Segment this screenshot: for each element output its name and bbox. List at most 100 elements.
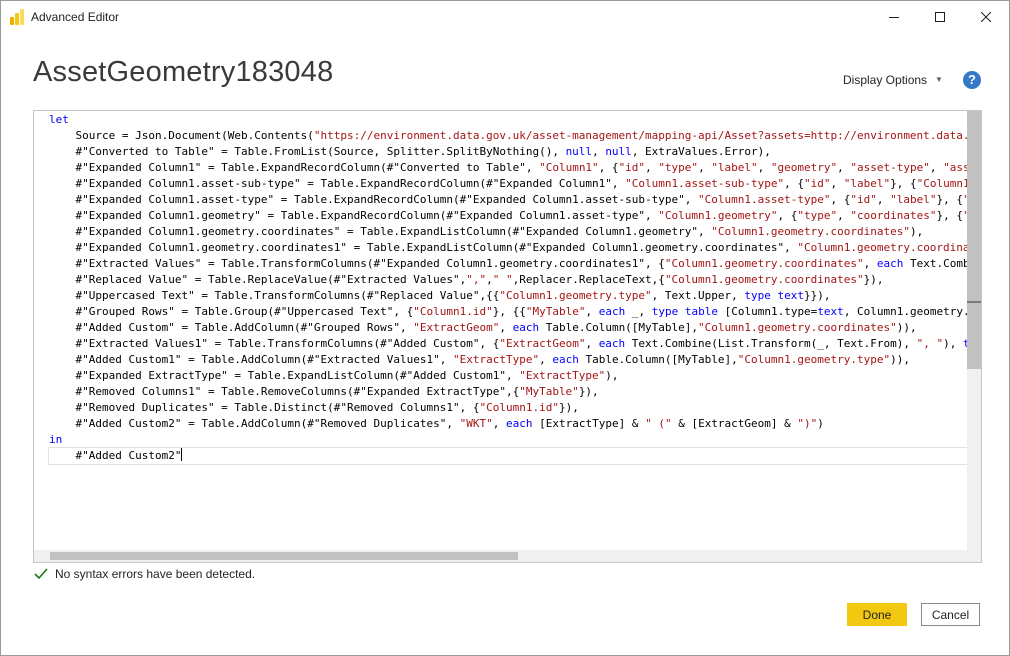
code-line[interactable]: #"Expanded Column1.geometry.coordinates"… (49, 224, 968, 240)
code-line[interactable]: #"Grouped Rows" = Table.Group(#"Uppercas… (49, 304, 968, 320)
code-line[interactable]: #"Extracted Values" = Table.TransformCol… (49, 256, 968, 272)
title-bar[interactable]: Advanced Editor (1, 1, 1009, 33)
code-token: "ExtractType" (452, 353, 540, 366)
code-token: #"Extracted Values1" = Table.TransformCo… (49, 337, 500, 350)
code-token: , (539, 353, 553, 366)
code-token: "asset-type" (850, 161, 930, 174)
code-token: #"Added Custom1" = Table.AddColumn(#"Ext… (49, 353, 453, 366)
code-token: Text.Combine (909, 257, 968, 270)
code-token: Text.Combine(List.Transform(_, Text.From… (625, 337, 917, 350)
code-token: , (492, 417, 506, 430)
code-token: ), (943, 337, 963, 350)
cancel-button[interactable]: Cancel (921, 603, 980, 626)
code-token: & [ExtractGeom] & (671, 417, 798, 430)
code-token: "MyTable" (525, 305, 586, 318)
code-token: "geometry" (770, 161, 838, 174)
code-token: " (" (645, 417, 672, 430)
code-line[interactable]: #"Added Custom" = Table.AddColumn(#"Grou… (49, 320, 968, 336)
code-token: , (876, 193, 891, 206)
code-token: "Column1.geometry.type" (737, 353, 891, 366)
horizontal-scrollbar-thumb[interactable] (50, 552, 518, 560)
code-line[interactable]: #"Uppercased Text" = Table.TransformColu… (49, 288, 968, 304)
code-line[interactable]: #"Removed Duplicates" = Table.Distinct(#… (49, 400, 968, 416)
code-token: , ExtraValues.Error), (631, 145, 771, 158)
code-line[interactable]: #"Expanded Column1.asset-type" = Table.E… (49, 192, 968, 208)
code-token: "Column1.asset-sub-type" (625, 177, 785, 190)
code-token: "label" (711, 161, 758, 174)
code-token: }), (863, 273, 884, 286)
code-line[interactable]: #"Replaced Value" = Table.ReplaceValue(#… (49, 272, 968, 288)
code-token: , (585, 305, 599, 318)
code-area[interactable]: let Source = Json.Document(Web.Contents(… (34, 111, 968, 552)
code-token: }, {{ (492, 305, 526, 318)
code-token: #"Converted to Table" = Table.FromList(S… (49, 145, 566, 158)
code-token: each (598, 337, 626, 350)
code-editor[interactable]: let Source = Json.Document(Web.Contents(… (33, 110, 982, 563)
vertical-scrollbar-thumb[interactable] (967, 111, 981, 369)
code-line[interactable]: #"Added Custom1" = Table.AddColumn(#"Ext… (49, 352, 968, 368)
code-token: [ExtractType] & (532, 417, 646, 430)
code-token: "asset (943, 161, 968, 174)
text-cursor (181, 448, 183, 461)
code-token: "type" (658, 161, 699, 174)
code-line[interactable]: #"Expanded Column1.geometry" = Table.Exp… (49, 208, 968, 224)
code-token: , (929, 161, 944, 174)
code-token: #"Expanded Column1" = Table.ExpandRecord… (49, 161, 540, 174)
code-token: , (863, 257, 877, 270)
display-options-dropdown[interactable]: Display Options ▼ (843, 73, 943, 87)
code-token: _, (625, 305, 652, 318)
code-token: #"Extracted Values" = Table.TransformCol… (49, 257, 665, 270)
code-token: "ExtractGeom" (499, 337, 586, 350)
code-token: "Column1.geometry.coordinates" (664, 257, 864, 270)
code-line[interactable]: #"Converted to Table" = Table.FromList(S… (49, 144, 968, 160)
code-token: each (505, 417, 533, 430)
code-token: in (49, 433, 63, 446)
code-line[interactable]: #"Expanded Column1.geometry.coordinates1… (49, 240, 968, 256)
code-line[interactable]: #"Expanded ExtractType" = Table.ExpandLi… (49, 368, 968, 384)
code-token: , (837, 209, 851, 222)
code-token: "Column1.geometry.coordinates" (664, 273, 864, 286)
code-line[interactable]: let (49, 112, 968, 128)
code-token: "ExtractType" (519, 369, 606, 382)
code-token: #"Expanded Column1.asset-sub-type" = Tab… (49, 177, 626, 190)
code-token: ,Replacer.ReplaceText,{ (512, 273, 665, 286)
code-token: , { (830, 193, 851, 206)
code-token: , { (784, 177, 804, 190)
code-line[interactable]: #"Removed Columns1" = Table.RemoveColumn… (49, 384, 968, 400)
close-button[interactable] (963, 1, 1009, 33)
code-token: "ExtractGeom" (413, 321, 500, 334)
code-line[interactable]: #"Extracted Values1" = Table.TransformCo… (49, 336, 968, 352)
code-line[interactable]: #"Added Custom2" (48, 447, 968, 465)
horizontal-scrollbar[interactable] (34, 550, 968, 562)
code-token: }, { (890, 177, 917, 190)
code-token: , { (777, 209, 798, 222)
code-line[interactable]: #"Added Custom2" = Table.AddColumn(#"Rem… (49, 416, 968, 432)
code-token: "id" (618, 161, 646, 174)
code-token: table (684, 305, 718, 318)
code-token: "Column1.id" (479, 401, 559, 414)
done-button[interactable]: Done (847, 603, 907, 626)
minimize-button[interactable] (871, 1, 917, 33)
code-token: #"Expanded Column1.geometry" = Table.Exp… (49, 209, 659, 222)
vertical-scrollbar[interactable] (967, 111, 981, 552)
help-icon[interactable]: ? (963, 71, 981, 89)
code-line[interactable]: Source = Json.Document(Web.Contents("htt… (49, 128, 968, 144)
code-token: ", " (916, 337, 944, 350)
code-line[interactable]: in (49, 432, 968, 448)
code-line[interactable]: #"Expanded Column1" = Table.ExpandRecord… (49, 160, 968, 176)
scrollbar-corner (967, 550, 981, 562)
code-token: ) (817, 417, 824, 430)
code-line[interactable]: #"Expanded Column1.asset-sub-type" = Tab… (49, 176, 968, 192)
scroll-position-marker (967, 301, 981, 303)
advanced-editor-window: Advanced Editor AssetGeometry183048 Disp… (0, 0, 1010, 656)
code-token: , Text.Upper, (651, 289, 745, 302)
code-token: null (605, 145, 632, 158)
code-token: #"Uppercased Text" = Table.TransformColu… (49, 289, 500, 302)
display-options-label: Display Options (843, 73, 928, 87)
code-token: null (565, 145, 593, 158)
power-bi-icon (10, 9, 24, 25)
code-token: type (744, 289, 771, 302)
maximize-button[interactable] (917, 1, 963, 33)
code-token: "label" (890, 193, 937, 206)
code-token: " " (492, 273, 513, 286)
